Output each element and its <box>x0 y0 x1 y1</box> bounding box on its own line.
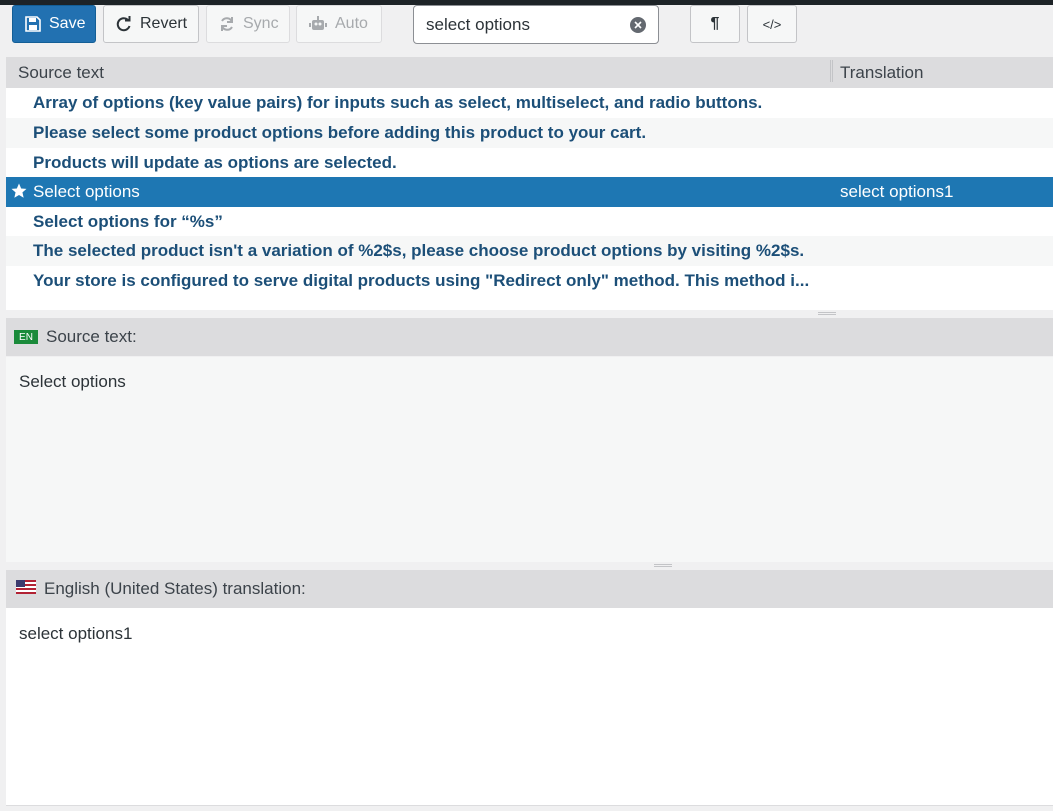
star-icon <box>10 182 28 205</box>
list-item[interactable]: Select options for “%s” <box>6 207 1053 237</box>
row-source-text: Please select some product options befor… <box>33 123 647 142</box>
en-language-badge: EN <box>14 330 38 344</box>
robot-icon <box>309 16 327 32</box>
row-source-text: Select options for “%s” <box>33 212 223 231</box>
source-pane-title: Source text: <box>46 327 137 346</box>
save-icon <box>25 16 41 32</box>
splitter-grip[interactable] <box>818 312 836 315</box>
code-view-button[interactable]: </> <box>747 5 797 43</box>
search-box <box>413 5 659 44</box>
row-source-text: Array of options (key value pairs) for i… <box>33 93 763 112</box>
save-button[interactable]: Save <box>12 5 96 43</box>
source-column-header[interactable]: Source text <box>18 63 104 83</box>
auto-button[interactable]: Auto <box>296 5 382 43</box>
source-text-value: Select options <box>19 372 126 391</box>
translation-pane-header: English (United States) translation: <box>6 570 1053 608</box>
row-source-text: Your store is configured to serve digita… <box>33 271 810 290</box>
row-source-text: Products will update as options are sele… <box>33 153 397 172</box>
pane-splitter[interactable] <box>6 562 1053 570</box>
save-button-label: Save <box>49 15 86 32</box>
code-icon: </> <box>762 16 782 32</box>
row-source-text: The selected product isn't a variation o… <box>33 241 805 260</box>
sync-button-label: Sync <box>243 15 279 32</box>
sync-icon <box>219 16 235 32</box>
pilcrow-icon: ¶ <box>710 15 720 32</box>
list-splitter[interactable] <box>6 310 1053 318</box>
us-flag-icon <box>16 579 36 599</box>
splitter-grip[interactable] <box>654 564 672 567</box>
row-translation-text: select options1 <box>840 182 954 201</box>
grid-header: Source text Translation <box>6 57 1053 88</box>
list-item[interactable]: Array of options (key value pairs) for i… <box>6 88 1053 118</box>
list-item[interactable]: Your store is configured to serve digita… <box>6 266 1053 296</box>
revert-icon <box>116 16 132 32</box>
string-list: Array of options (key value pairs) for i… <box>6 88 1053 310</box>
list-item[interactable]: Products will update as options are sele… <box>6 148 1053 178</box>
revert-button-label: Revert <box>140 15 188 32</box>
auto-button-label: Auto <box>335 15 368 32</box>
column-resize-handle[interactable] <box>830 60 833 82</box>
editor-toolbar: Save Revert Sync Auto ¶ </> <box>0 5 1053 55</box>
revert-button[interactable]: Revert <box>103 5 199 43</box>
translation-editor[interactable]: select options1 <box>6 608 1053 806</box>
show-invisibles-button[interactable]: ¶ <box>690 5 740 43</box>
translation-pane-title: English (United States) translation: <box>44 579 306 598</box>
sync-button[interactable]: Sync <box>206 5 290 43</box>
clear-search-icon[interactable] <box>630 17 646 33</box>
list-item[interactable]: Please select some product options befor… <box>6 118 1053 148</box>
search-input[interactable] <box>426 14 626 35</box>
list-item-selected[interactable]: Select options select options1 <box>6 177 1053 207</box>
source-pane-header: EN Source text: <box>6 318 1053 356</box>
list-item[interactable]: The selected product isn't a variation o… <box>6 236 1053 266</box>
source-text-pane: Select options <box>6 357 1053 562</box>
row-source-text: Select options <box>33 182 140 201</box>
translation-text-value: select options1 <box>19 624 133 643</box>
translation-column-header[interactable]: Translation <box>840 63 923 83</box>
